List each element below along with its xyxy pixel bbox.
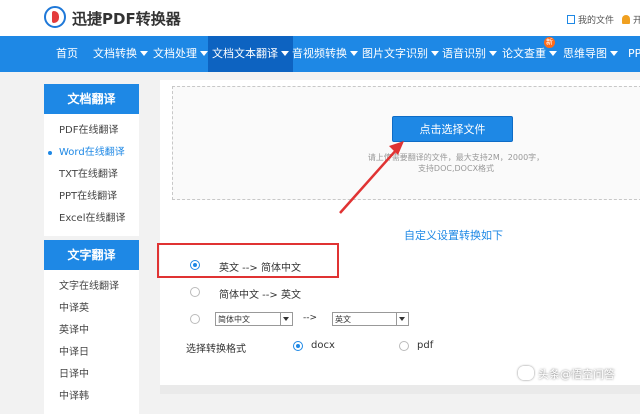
watermark: 头条@悟空问答 (518, 366, 615, 382)
annotation-arrow (339, 141, 404, 214)
chat-bubble-icon (518, 366, 534, 380)
annotation-arrow-head (389, 141, 404, 155)
bottom-strip (160, 385, 640, 394)
annotation-arrow-line (339, 147, 399, 214)
watermark-text: 头条@悟空问答 (538, 368, 615, 381)
